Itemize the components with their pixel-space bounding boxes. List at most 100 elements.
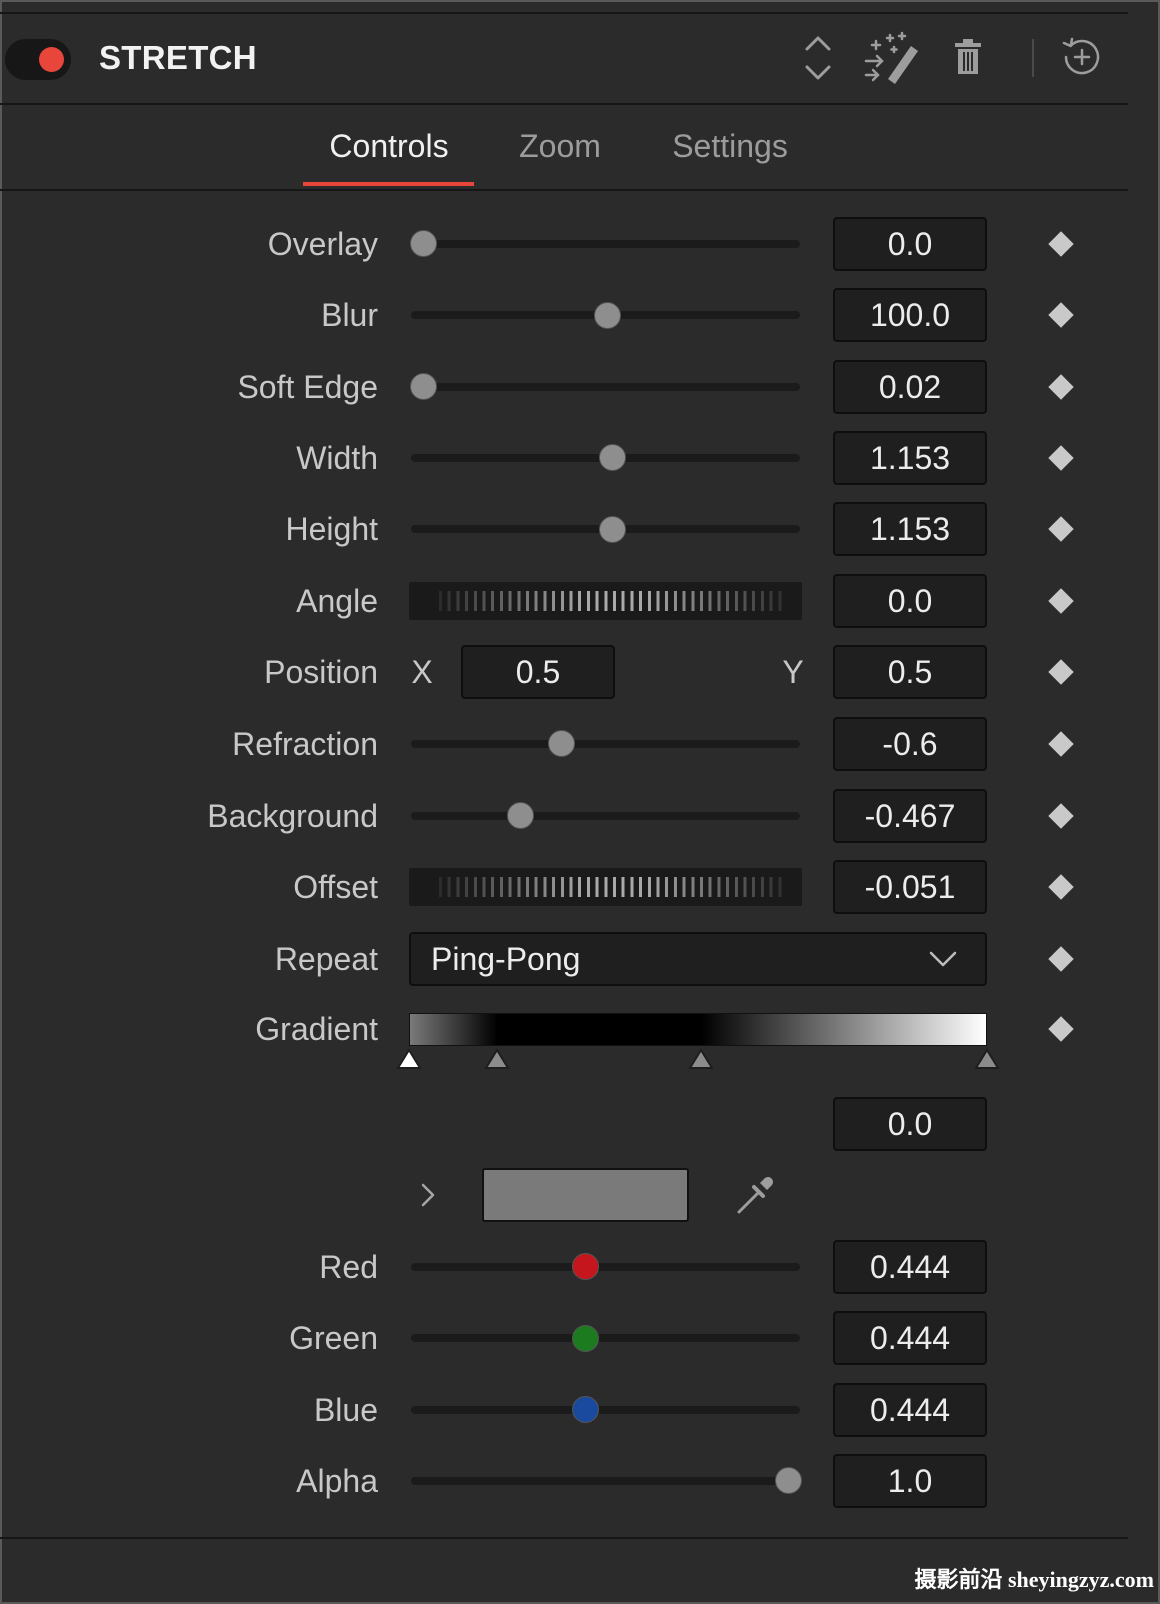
- offset-thumbwheel[interactable]: [409, 868, 802, 906]
- watermark: 摄影前沿 sheyingzyz.com: [914, 1567, 1154, 1592]
- slider-thumb[interactable]: [547, 730, 575, 757]
- soft-edge-slider[interactable]: [409, 360, 800, 414]
- overlay-value-field[interactable]: 0.0: [833, 216, 987, 271]
- position-x-field[interactable]: 0.5: [461, 645, 615, 699]
- control-row-repeat: Repeat Ping-Pong: [0, 931, 1128, 986]
- trash-icon[interactable]: [954, 38, 982, 76]
- blue-value-field[interactable]: 0.444: [833, 1382, 987, 1437]
- tab-settings[interactable]: Settings: [672, 126, 788, 166]
- keyframe-diamond-icon[interactable]: [1048, 516, 1074, 542]
- refraction-slider[interactable]: [411, 717, 800, 771]
- slider-thumb[interactable]: [507, 802, 535, 829]
- control-row-position: Position X 0.5 Y 0.5: [0, 645, 1128, 699]
- overlay-label: Overlay: [267, 225, 378, 262]
- slider-track[interactable]: [411, 739, 800, 748]
- control-row-soft-edge: Soft Edge 0.02: [0, 359, 1128, 414]
- alpha-value-field[interactable]: 1.0: [833, 1453, 987, 1508]
- slider-track[interactable]: [411, 239, 800, 248]
- header-divider: [1032, 39, 1034, 77]
- gradient-stop-marker[interactable]: [688, 1048, 715, 1070]
- angle-label: Angle: [296, 582, 378, 619]
- keyframe-diamond-icon[interactable]: [1048, 659, 1074, 685]
- offset-value-field[interactable]: -0.051: [833, 860, 987, 914]
- slider-thumb[interactable]: [599, 444, 627, 471]
- slider-thumb[interactable]: [571, 1253, 599, 1280]
- overlay-slider[interactable]: [409, 217, 800, 271]
- blur-value-field[interactable]: 100.0: [833, 288, 987, 342]
- background-value-field[interactable]: -0.467: [833, 788, 987, 843]
- red-value-field[interactable]: 0.444: [833, 1239, 987, 1294]
- tab-controls[interactable]: Controls: [329, 126, 448, 166]
- repeat-selected-value: Ping-Pong: [431, 940, 581, 977]
- control-row-height: Height 1.153: [0, 502, 1128, 556]
- eyedropper-icon[interactable]: [733, 1173, 777, 1217]
- alpha-label: Alpha: [296, 1462, 378, 1499]
- keyframe-diamond-icon[interactable]: [1048, 1016, 1074, 1042]
- keyframe-diamond-icon[interactable]: [1048, 373, 1074, 400]
- position-y-label: Y: [782, 654, 804, 690]
- position-y-field[interactable]: 0.5: [833, 645, 987, 699]
- green-value-field[interactable]: 0.444: [833, 1311, 987, 1365]
- green-slider[interactable]: [411, 1311, 800, 1365]
- gradient-bar[interactable]: [409, 1013, 987, 1046]
- red-slider[interactable]: [411, 1240, 800, 1294]
- keyframe-diamond-icon[interactable]: [1048, 874, 1074, 900]
- blue-label: Blue: [313, 1391, 378, 1428]
- slider-track[interactable]: [411, 382, 800, 391]
- soft-edge-value-field[interactable]: 0.02: [833, 359, 987, 414]
- tab-zoom[interactable]: Zoom: [519, 126, 601, 166]
- gradient-stop-marker[interactable]: [396, 1048, 422, 1070]
- alpha-slider[interactable]: [411, 1454, 802, 1508]
- keyframe-diamond-icon[interactable]: [1048, 444, 1074, 471]
- keyframe-diamond-icon[interactable]: [1048, 230, 1074, 257]
- repeat-dropdown[interactable]: Ping-Pong: [409, 931, 987, 986]
- top-divider: [0, 12, 1128, 14]
- magic-wand-icon[interactable]: [864, 31, 922, 85]
- height-slider[interactable]: [411, 502, 800, 556]
- node-enable-toggle[interactable]: [5, 39, 71, 80]
- slider-thumb[interactable]: [599, 515, 627, 543]
- slider-thumb[interactable]: [571, 1324, 599, 1352]
- control-row-green: Green 0.444: [0, 1311, 1128, 1365]
- chevron-right-icon[interactable]: [420, 1182, 436, 1208]
- height-value-field[interactable]: 1.153: [833, 502, 987, 556]
- slider-track[interactable]: [411, 1334, 800, 1342]
- angle-thumbwheel[interactable]: [409, 581, 802, 620]
- gradient-stop-marker[interactable]: [974, 1048, 1000, 1070]
- offset-label: Offset: [293, 869, 378, 905]
- width-slider[interactable]: [411, 431, 800, 485]
- keyframe-diamond-icon[interactable]: [1048, 730, 1074, 757]
- slider-thumb[interactable]: [571, 1396, 599, 1423]
- gradient-stop-marker[interactable]: [484, 1048, 510, 1070]
- slider-track[interactable]: [411, 1262, 800, 1271]
- slider-track[interactable]: [411, 1476, 800, 1485]
- expand-collapse-icon[interactable]: [804, 34, 832, 82]
- slider-track[interactable]: [411, 1405, 800, 1414]
- slider-track[interactable]: [411, 811, 800, 820]
- width-value-field[interactable]: 1.153: [833, 430, 987, 485]
- slider-thumb[interactable]: [409, 373, 437, 400]
- control-row-gradient: Gradient: [0, 1002, 1128, 1069]
- keyframe-diamond-icon[interactable]: [1048, 802, 1074, 829]
- refraction-value-field[interactable]: -0.6: [833, 716, 987, 771]
- keyframe-diamond-icon[interactable]: [1048, 945, 1074, 972]
- thumbwheel-ticks: [439, 590, 784, 611]
- background-slider[interactable]: [411, 789, 800, 843]
- control-row-background: Background -0.467: [0, 788, 1128, 843]
- control-row-color: [0, 1168, 1128, 1222]
- reset-icon[interactable]: [1061, 36, 1103, 78]
- stop-position-field[interactable]: 0.0: [833, 1096, 987, 1151]
- slider-thumb[interactable]: [774, 1467, 802, 1494]
- control-row-blur: Blur 100.0: [0, 288, 1128, 342]
- blue-slider[interactable]: [411, 1383, 800, 1437]
- repeat-label: Repeat: [274, 940, 378, 977]
- blur-slider[interactable]: [411, 288, 800, 342]
- control-row-alpha: Alpha 1.0: [0, 1453, 1128, 1508]
- keyframe-diamond-icon[interactable]: [1048, 302, 1074, 328]
- keyframe-diamond-icon[interactable]: [1048, 587, 1074, 614]
- color-swatch[interactable]: [482, 1168, 689, 1222]
- slider-thumb[interactable]: [409, 230, 437, 257]
- background-label: Background: [207, 797, 378, 834]
- angle-value-field[interactable]: 0.0: [833, 573, 987, 628]
- slider-thumb[interactable]: [594, 301, 622, 329]
